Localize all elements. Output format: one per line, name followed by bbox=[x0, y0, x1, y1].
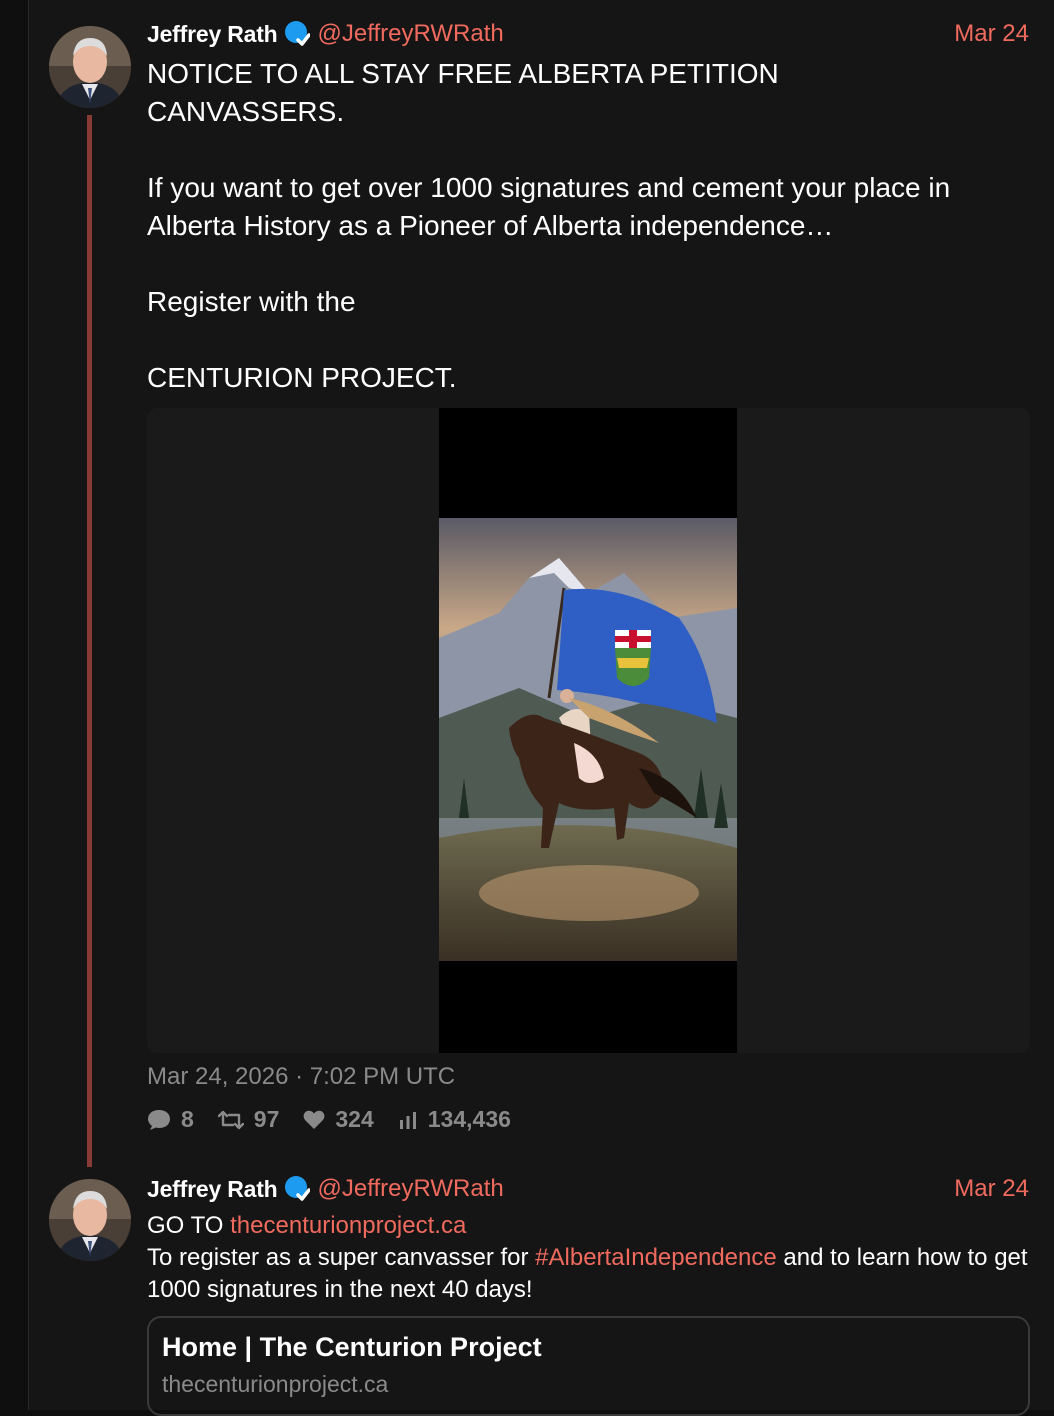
tweet-date[interactable]: Mar 24 bbox=[954, 20, 1029, 48]
verified-badge-icon bbox=[284, 1176, 310, 1201]
avatar[interactable] bbox=[49, 1179, 131, 1261]
avatar[interactable] bbox=[49, 26, 131, 108]
tweet-header: Jeffrey Rath @JeffreyRWRath Mar 24 bbox=[147, 1173, 1029, 1205]
timeline: Jeffrey Rath @JeffreyRWRath Mar 24 NOTIC… bbox=[28, 0, 1054, 1416]
comment-icon bbox=[148, 1109, 170, 1130]
text-segment: To register as a super canvasser for bbox=[147, 1244, 536, 1271]
card-domain: thecenturionproject.ca bbox=[162, 1371, 389, 1397]
author-name[interactable]: Jeffrey Rath bbox=[147, 1176, 278, 1203]
thread-line bbox=[87, 115, 92, 1167]
bar-chart-icon bbox=[399, 1111, 416, 1129]
views-stat[interactable]: 134,436 bbox=[398, 1106, 511, 1133]
tweet[interactable]: Jeffrey Rath @JeffreyRWRath Mar 24 GO TO… bbox=[29, 1165, 1054, 1416]
views-count: 134,436 bbox=[427, 1106, 511, 1132]
tweet-timestamp[interactable]: Mar 24, 2026 · 7:02 PM UTC bbox=[147, 1063, 455, 1091]
video-frame bbox=[439, 408, 737, 1053]
like-stat[interactable]: 324 bbox=[303, 1106, 374, 1133]
reply-stat[interactable]: 8 bbox=[147, 1106, 194, 1133]
verified-badge-icon bbox=[284, 21, 310, 46]
tweet[interactable]: Jeffrey Rath @JeffreyRWRath Mar 24 NOTIC… bbox=[29, 0, 1054, 1167]
author-handle[interactable]: @JeffreyRWRath bbox=[318, 20, 504, 48]
author-name[interactable]: Jeffrey Rath bbox=[147, 21, 278, 48]
retweet-stat[interactable]: 97 bbox=[217, 1106, 280, 1133]
tweet-text: GO TO thecenturionproject.ca To register… bbox=[147, 1210, 1029, 1306]
reply-count: 8 bbox=[181, 1106, 194, 1132]
heart-icon bbox=[304, 1110, 325, 1129]
like-count: 324 bbox=[335, 1106, 374, 1132]
author-handle[interactable]: @JeffreyRWRath bbox=[318, 1175, 504, 1203]
tweet-media[interactable] bbox=[147, 408, 1030, 1053]
media-image bbox=[439, 518, 737, 961]
retweet-icon bbox=[217, 1110, 244, 1129]
retweet-count: 97 bbox=[253, 1106, 280, 1132]
card-title: Home | The Centurion Project bbox=[162, 1332, 542, 1362]
website-link[interactable]: thecenturionproject.ca bbox=[230, 1212, 466, 1239]
tweet-text: NOTICE TO ALL STAY FREE ALBERTA PETITION… bbox=[147, 58, 951, 393]
hashtag-link[interactable]: #AlbertaIndependence bbox=[535, 1244, 777, 1271]
tweet-header: Jeffrey Rath @JeffreyRWRath Mar 24 bbox=[147, 18, 1029, 50]
tweet-date[interactable]: Mar 24 bbox=[954, 1175, 1029, 1203]
link-preview-card[interactable]: Home | The Centurion Project thecenturio… bbox=[147, 1316, 1030, 1416]
text-segment: GO TO bbox=[147, 1212, 231, 1239]
tweet-stats: 8 97 324 134,436 bbox=[147, 1106, 535, 1133]
